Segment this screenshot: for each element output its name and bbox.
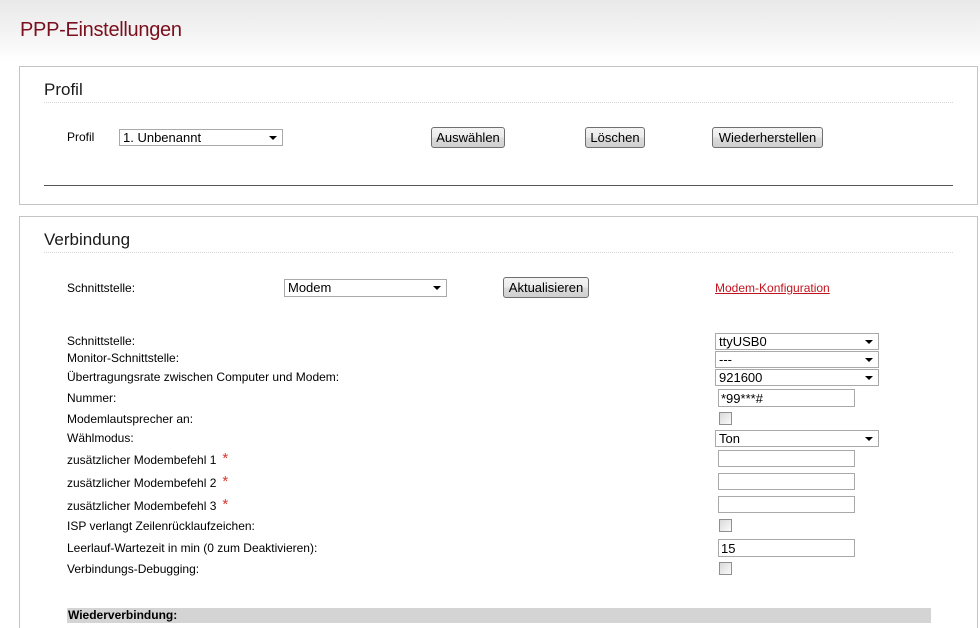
field-label: Modemlautsprecher an: xyxy=(67,412,194,426)
number-input[interactable] xyxy=(718,389,855,407)
delete-profile-button[interactable]: Löschen xyxy=(585,127,645,148)
field-label: Leerlauf-Wartezeit in min (0 zum Deaktiv… xyxy=(67,541,318,555)
asterisk-icon: * xyxy=(222,450,229,467)
select-value: 921600 xyxy=(719,370,763,385)
modem-command-3-input[interactable] xyxy=(718,496,855,513)
asterisk-icon: * xyxy=(222,473,229,490)
carriage-return-checkbox[interactable] xyxy=(719,519,732,532)
field-row-modem-command-3: zusätzlicher Modembefehl 3 * xyxy=(20,496,957,514)
profile-select-value: 1. Unbenannt xyxy=(123,130,202,145)
monitor-interface-select[interactable]: --- xyxy=(715,351,879,368)
select-value: Ton xyxy=(719,431,740,446)
field-label: zusätzlicher Modembefehl 1 * xyxy=(67,450,229,467)
section-divider xyxy=(44,185,953,186)
interface-type-select[interactable]: Modem xyxy=(284,279,447,297)
field-row-speaker: Modemlautsprecher an: xyxy=(20,412,957,430)
field-row-number: Nummer: xyxy=(20,389,957,407)
field-label: Monitor-Schnittstelle: xyxy=(67,351,180,365)
connection-section-heading: Verbindung xyxy=(44,230,131,249)
reconnect-subheader: Wiederverbindung: xyxy=(67,608,931,623)
modem-command-2-input[interactable] xyxy=(718,473,855,490)
field-label: zusätzlicher Modembefehl 2 * xyxy=(67,473,229,490)
field-row-interface: Schnittstelle: ttyUSB0 xyxy=(20,333,957,351)
dial-mode-select[interactable]: Ton xyxy=(715,430,879,447)
field-row-idle-timeout: Leerlauf-Wartezeit in min (0 zum Deaktiv… xyxy=(20,539,957,557)
connection-debugging-checkbox[interactable] xyxy=(719,562,732,575)
profile-section: Profil Profil 1. Unbenannt Auswählen Lös… xyxy=(19,66,978,205)
refresh-button[interactable]: Aktualisieren xyxy=(503,277,589,298)
restore-profile-button[interactable]: Wiederherstellen xyxy=(712,127,823,148)
field-label: Nummer: xyxy=(67,391,117,405)
field-row-baud-rate: Übertragungsrate zwischen Computer und M… xyxy=(20,369,957,387)
page-title: PPP-Einstellungen xyxy=(20,19,182,41)
modem-command-1-input[interactable] xyxy=(718,450,855,467)
modem-speaker-checkbox[interactable] xyxy=(719,412,732,425)
heading-divider xyxy=(44,102,953,103)
interface-device-select[interactable]: ttyUSB0 xyxy=(715,333,879,350)
idle-timeout-input[interactable] xyxy=(718,539,855,557)
chevron-down-icon xyxy=(865,376,873,380)
field-label: Übertragungsrate zwischen Computer und M… xyxy=(67,370,340,384)
chevron-down-icon xyxy=(865,437,873,441)
field-label: Schnittstelle: xyxy=(67,334,136,348)
field-row-modem-command-2: zusätzlicher Modembefehl 2 * xyxy=(20,473,957,491)
field-row-monitor-interface: Monitor-Schnittstelle: --- xyxy=(20,351,957,369)
select-value: ttyUSB0 xyxy=(719,334,767,349)
field-label-text: zusätzlicher Modembefehl 3 xyxy=(67,499,217,513)
chevron-down-icon xyxy=(865,340,873,344)
field-row-carriage-return: ISP verlangt Zeilenrücklaufzeichen: xyxy=(20,519,957,537)
field-row-modem-command-1: zusätzlicher Modembefehl 1 * xyxy=(20,450,957,468)
field-label-text: zusätzlicher Modembefehl 2 xyxy=(67,476,217,490)
interface-type-label: Schnittstelle: xyxy=(67,281,136,295)
interface-type-value: Modem xyxy=(288,280,332,295)
chevron-down-icon xyxy=(269,136,277,140)
chevron-down-icon xyxy=(865,358,873,362)
field-row-dial-mode: Wählmodus: Ton xyxy=(20,430,957,448)
field-label: Verbindungs-Debugging: xyxy=(67,562,200,576)
field-label: Wählmodus: xyxy=(67,431,134,445)
profile-section-heading: Profil xyxy=(44,80,83,99)
profile-select[interactable]: 1. Unbenannt xyxy=(119,129,283,146)
connection-section: Verbindung Schnittstelle: Modem Aktualis… xyxy=(19,216,978,628)
profile-label: Profil xyxy=(67,130,95,144)
field-label: zusätzlicher Modembefehl 3 * xyxy=(67,496,229,513)
field-label-text: zusätzlicher Modembefehl 1 xyxy=(67,453,217,467)
heading-divider xyxy=(44,252,953,253)
select-value: --- xyxy=(719,352,732,367)
asterisk-icon: * xyxy=(222,496,229,513)
field-label: ISP verlangt Zeilenrücklaufzeichen: xyxy=(67,519,255,533)
baud-rate-select[interactable]: 921600 xyxy=(715,369,879,386)
modem-configuration-link[interactable]: Modem-Konfiguration xyxy=(715,281,830,295)
select-profile-button[interactable]: Auswählen xyxy=(431,127,505,148)
field-row-debugging: Verbindungs-Debugging: xyxy=(20,562,957,580)
chevron-down-icon xyxy=(433,286,441,290)
